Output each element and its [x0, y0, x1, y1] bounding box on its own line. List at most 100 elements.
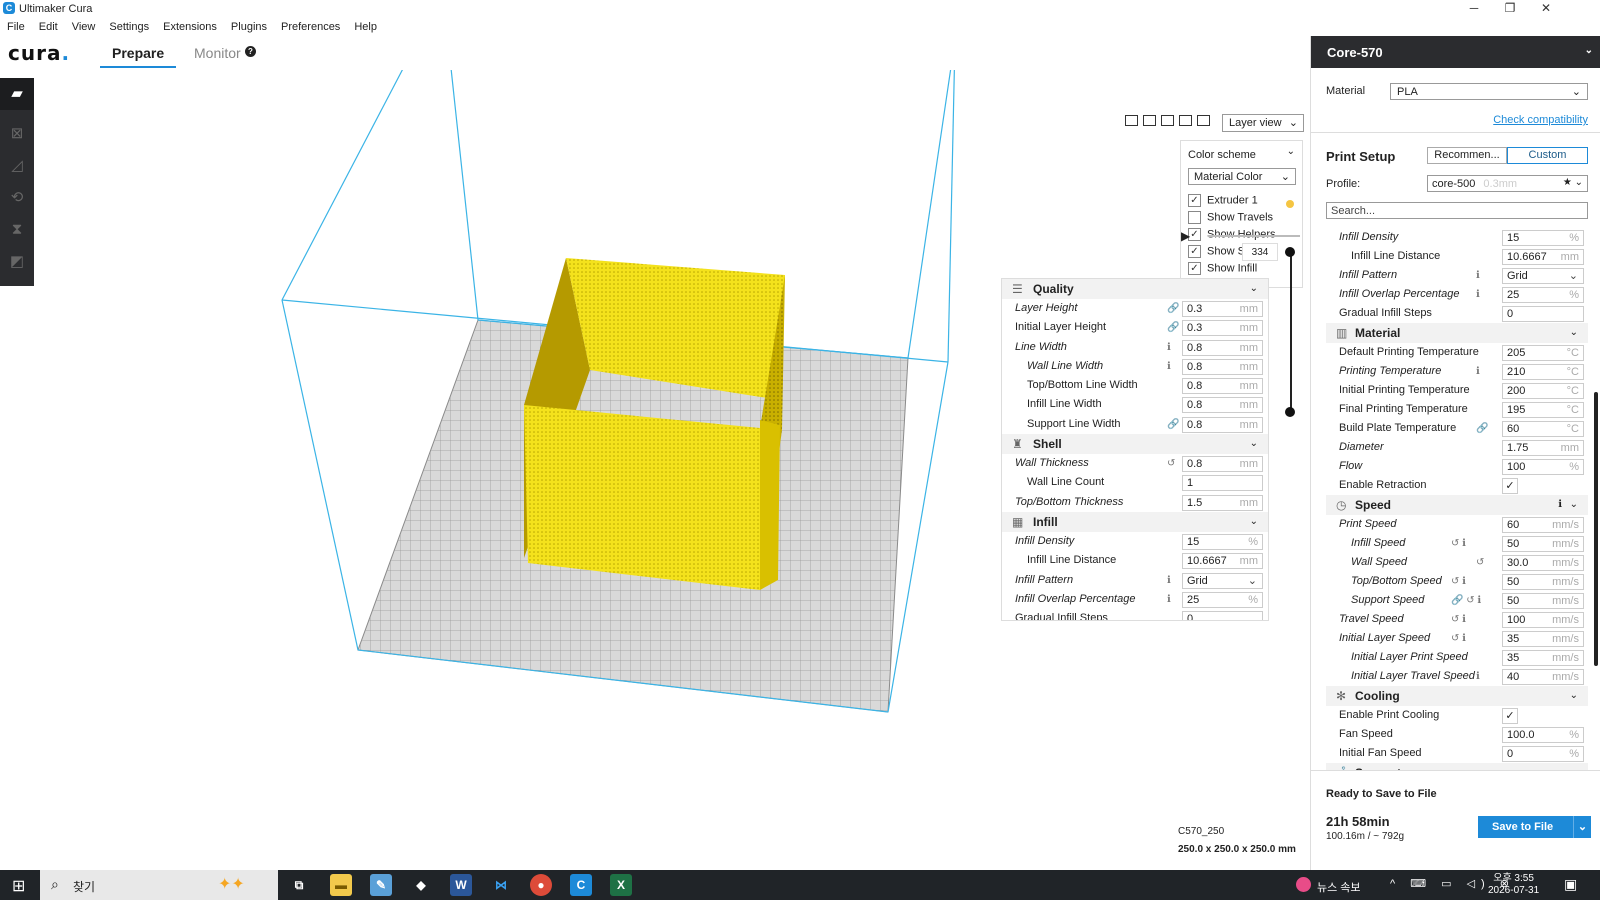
- build-plate-temperature-input[interactable]: 60 °C: [1502, 421, 1584, 437]
- layer-slider[interactable]: [1290, 252, 1292, 412]
- chevron-down-icon[interactable]: ⌄: [1287, 146, 1295, 157]
- cube-app-icon[interactable]: ◆: [410, 874, 432, 896]
- save-to-file-button[interactable]: Save to File ⌄: [1478, 816, 1591, 838]
- setting-state-icon[interactable]: ℹ: [1476, 362, 1480, 381]
- show-travels-checkbox[interactable]: [1188, 211, 1201, 224]
- show-infill-checkbox[interactable]: ✓: [1188, 262, 1201, 275]
- setting-state-icon[interactable]: ↺: [1167, 454, 1175, 473]
- layer-slider-top-handle[interactable]: [1285, 247, 1295, 257]
- category-cooling[interactable]: ✻ Cooling ⌄: [1326, 686, 1588, 706]
- profile-select[interactable]: core-500 0.3mm ★ ⌄: [1427, 175, 1588, 192]
- settings-scrollbar[interactable]: [1594, 392, 1598, 666]
- menu-file[interactable]: File: [0, 18, 32, 36]
- layer-path-slider[interactable]: [1208, 235, 1300, 237]
- color-scheme-select[interactable]: Material Color ⌄: [1188, 168, 1296, 185]
- news-ticker[interactable]: 뉴스 속보: [1317, 879, 1361, 895]
- menu-edit[interactable]: Edit: [32, 18, 65, 36]
- chevron-down-icon[interactable]: ⌄: [1573, 816, 1591, 838]
- final-printing-temperature-input[interactable]: 195 °C: [1502, 402, 1584, 418]
- infill-line-distance-input[interactable]: 10.6667 mm: [1182, 553, 1263, 570]
- top-bottom-speed-input[interactable]: 50 mm/s: [1502, 574, 1584, 590]
- mirror-icon[interactable]: ⧗: [0, 214, 34, 246]
- infill-density-input[interactable]: 15%: [1502, 230, 1584, 246]
- category-infill[interactable]: ▦ Infill ⌄: [1002, 511, 1268, 532]
- support-speed-input[interactable]: 50 mm/s: [1502, 593, 1584, 609]
- cura-taskbar-icon[interactable]: C: [570, 874, 592, 896]
- recommended-mode-button[interactable]: Recommen...: [1427, 147, 1507, 164]
- settings-search-input[interactable]: Search...: [1326, 202, 1588, 219]
- setting-state-icon[interactable]: ℹ: [1476, 285, 1480, 304]
- menu-extensions[interactable]: Extensions: [156, 18, 224, 36]
- view-front-icon[interactable]: [1143, 115, 1156, 126]
- setting-state-icon[interactable]: ℹ: [1476, 266, 1480, 285]
- show-infill-checkbox-row[interactable]: ✓ Show Infill: [1188, 262, 1257, 278]
- minimize-button[interactable]: ─: [1456, 0, 1492, 18]
- view-left-icon[interactable]: [1179, 115, 1192, 126]
- initial-layer-height-input[interactable]: 0.3 mm: [1182, 320, 1263, 337]
- wall-line-width-input[interactable]: 0.8 mm: [1182, 358, 1263, 375]
- category-shell[interactable]: ♜ Shell ⌄: [1002, 434, 1268, 455]
- tab-prepare[interactable]: Prepare: [112, 45, 164, 61]
- infill-line-distance-input[interactable]: 10.6667 mm: [1502, 249, 1584, 265]
- setting-state-icon[interactable]: ↺ ℹ: [1451, 629, 1466, 648]
- view-top-icon[interactable]: [1161, 115, 1174, 126]
- setting-state-icon[interactable]: ℹ: [1167, 571, 1171, 590]
- initial-layer-speed-input[interactable]: 35 mm/s: [1502, 631, 1584, 647]
- object-name[interactable]: C570_250: [1178, 826, 1224, 837]
- extruder-1-checkbox[interactable]: ✓: [1188, 194, 1201, 207]
- diameter-input[interactable]: 1.75 mm: [1502, 440, 1584, 456]
- play-layers-icon[interactable]: ▶: [1181, 229, 1190, 243]
- fan-speed-input[interactable]: 100.0%: [1502, 727, 1584, 743]
- category-speed[interactable]: ◷ Speed ℹ ⌄: [1326, 495, 1588, 515]
- layer-height-input[interactable]: 0.3 mm: [1182, 301, 1263, 317]
- wall-speed-input[interactable]: 30.0 mm/s: [1502, 555, 1584, 571]
- show-shell-checkbox[interactable]: ✓: [1188, 245, 1201, 258]
- wall-line-count-input[interactable]: 1: [1182, 475, 1263, 492]
- tab-monitor[interactable]: Monitor: [194, 45, 241, 61]
- printing-temperature-input[interactable]: 210 °C: [1502, 364, 1584, 380]
- check-compatibility-link[interactable]: Check compatibility: [1493, 114, 1588, 126]
- setting-state-icon[interactable]: ↺ ℹ: [1451, 534, 1466, 553]
- rotate-icon[interactable]: ⟲: [0, 182, 34, 214]
- restore-button[interactable]: ❐: [1492, 0, 1528, 18]
- layer-number-input[interactable]: 334: [1242, 243, 1278, 261]
- infill-overlap-percentage-input[interactable]: 25%: [1502, 287, 1584, 303]
- gradual-infill-steps-input[interactable]: 0: [1502, 306, 1584, 322]
- initial-layer-print-speed-input[interactable]: 35 mm/s: [1502, 650, 1584, 666]
- setting-state-icon[interactable]: ↺: [1476, 553, 1484, 572]
- line-width-input[interactable]: 0.8 mm: [1182, 339, 1263, 356]
- print-speed-input[interactable]: 60 mm/s: [1502, 517, 1584, 533]
- info-icon[interactable]: ℹ: [1558, 495, 1562, 515]
- infill-speed-input[interactable]: 50 mm/s: [1502, 536, 1584, 552]
- setting-state-icon[interactable]: ↺ ℹ: [1451, 572, 1466, 591]
- custom-mode-button[interactable]: Custom: [1507, 147, 1588, 164]
- travel-speed-input[interactable]: 100 mm/s: [1502, 612, 1584, 628]
- setting-state-icon[interactable]: 🔗 ↺ ℹ: [1451, 591, 1481, 610]
- move-icon[interactable]: ⊠: [0, 118, 34, 150]
- initial-fan-speed-input[interactable]: 0%: [1502, 746, 1584, 762]
- news-icon[interactable]: [1296, 877, 1311, 892]
- view-mode-select[interactable]: Layer view ⌄: [1222, 114, 1304, 132]
- enable-print-cooling-checkbox[interactable]: ✓: [1502, 708, 1518, 724]
- setting-state-icon[interactable]: 🔗: [1476, 419, 1488, 438]
- printer-header[interactable]: Core-570 ⌄: [1311, 36, 1600, 68]
- top-bottom-thickness-input[interactable]: 1.5 mm: [1182, 494, 1263, 511]
- material-select[interactable]: PLA ⌄: [1390, 83, 1588, 100]
- top-bottom-line-width-input[interactable]: 0.8 mm: [1182, 378, 1263, 395]
- file-explorer-icon[interactable]: ▬: [330, 874, 352, 896]
- windows-start-icon[interactable]: ⊞: [12, 876, 25, 896]
- vscode-icon[interactable]: ⋈: [490, 874, 512, 896]
- setting-state-icon[interactable]: ℹ: [1167, 338, 1171, 357]
- category-quality[interactable]: ☰ Quality ⌄: [1002, 279, 1268, 299]
- show-travels-checkbox-row[interactable]: Show Travels: [1188, 211, 1273, 227]
- close-button[interactable]: ✕: [1528, 0, 1564, 18]
- infill-pattern-select[interactable]: Grid ⌄: [1182, 572, 1263, 589]
- infill-overlap-percentage-input[interactable]: 25%: [1182, 591, 1263, 608]
- setting-state-icon[interactable]: 🔗: [1167, 415, 1179, 434]
- menu-plugins[interactable]: Plugins: [224, 18, 274, 36]
- open-folder-icon[interactable]: ▰: [0, 78, 34, 110]
- view-right-icon[interactable]: [1197, 115, 1210, 126]
- initial-printing-temperature-input[interactable]: 200 °C: [1502, 383, 1584, 399]
- layer-slider-bottom-handle[interactable]: [1285, 407, 1295, 417]
- setting-state-icon[interactable]: 🔗: [1167, 299, 1179, 318]
